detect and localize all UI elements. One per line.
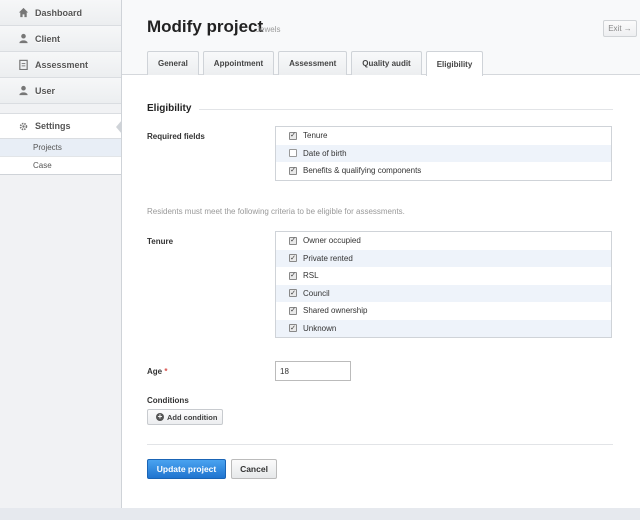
checkbox-label: Shared ownership <box>303 306 368 316</box>
tab-bar: General Appointment Assessment Quality a… <box>147 51 487 76</box>
checkbox-checked-icon[interactable]: ✓ <box>289 236 297 245</box>
required-field-tenure[interactable]: ✓ Tenure <box>276 127 611 145</box>
home-icon <box>18 7 29 18</box>
tenure-option-private-rented[interactable]: ✓ Private rented <box>276 249 611 267</box>
checkbox-label: Unknown <box>303 323 337 333</box>
sidebar-item-settings[interactable]: Settings <box>0 113 122 139</box>
page-subtitle: Jewels <box>256 25 281 34</box>
sidebar-item-label: Assessment <box>35 59 89 70</box>
checkbox-checked-icon[interactable]: ✓ <box>289 306 297 315</box>
checkbox-label: RSL <box>303 271 319 281</box>
main-panel: Modify project Jewels Exit → General App… <box>122 0 640 508</box>
required-fields-list: ✓ Tenure Date of birth ✓ Benefits & qual… <box>275 126 612 181</box>
age-input[interactable] <box>275 361 351 381</box>
sidebar-item-label: Dashboard <box>35 7 83 18</box>
person-icon <box>18 85 29 96</box>
sidebar-item-assessment[interactable]: Assessment <box>0 52 121 78</box>
tenure-option-owner-occupied[interactable]: ✓ Owner occupied <box>276 232 611 250</box>
plus-circle-icon: + <box>156 412 164 421</box>
tenure-option-rsl[interactable]: ✓ RSL <box>276 267 611 285</box>
sidebar: Dashboard Client Assessment User Setting… <box>0 0 122 508</box>
conditions-label: Conditions <box>147 396 189 405</box>
checkbox-label: Private rented <box>303 253 353 263</box>
form-divider <box>147 444 613 445</box>
person-icon <box>18 33 29 44</box>
clipboard-icon <box>18 59 29 70</box>
sidebar-item-label: Settings <box>35 121 71 131</box>
checkbox-label: Council <box>303 288 330 298</box>
checkbox-checked-icon[interactable]: ✓ <box>289 166 297 175</box>
checkbox-label: Tenure <box>303 131 328 141</box>
required-field-date-of-birth[interactable]: Date of birth <box>276 144 611 162</box>
add-condition-label: Add condition <box>167 412 218 422</box>
tab-quality-audit[interactable]: Quality audit <box>351 51 422 75</box>
required-fields-label: Required fields <box>147 132 205 141</box>
tab-general[interactable]: General <box>147 51 199 75</box>
sidebar-item-user[interactable]: User <box>0 78 121 104</box>
gear-icon <box>18 121 29 132</box>
checkbox-unchecked-icon[interactable] <box>289 149 297 158</box>
checkbox-checked-icon[interactable]: ✓ <box>289 131 297 140</box>
sidebar-subitem-case[interactable]: Case <box>0 157 121 175</box>
exit-button[interactable]: Exit → <box>603 20 637 37</box>
tab-assessment[interactable]: Assessment <box>278 51 348 75</box>
cancel-button[interactable]: Cancel <box>231 459 277 479</box>
page-header: Modify project Jewels Exit → General App… <box>122 0 640 76</box>
update-project-button[interactable]: Update project <box>147 459 226 479</box>
sidebar-subitem-projects[interactable]: Projects <box>0 139 121 157</box>
sidebar-item-client[interactable]: Client <box>0 26 121 52</box>
sidebar-subitem-label: Projects <box>33 143 62 152</box>
sidebar-item-dashboard[interactable]: Dashboard <box>0 0 121 26</box>
checkbox-label: Date of birth <box>303 148 347 158</box>
tenure-option-shared-ownership[interactable]: ✓ Shared ownership <box>276 302 611 320</box>
tenure-option-council[interactable]: ✓ Council <box>276 284 611 302</box>
sidebar-item-label: User <box>35 85 56 96</box>
age-label-text: Age <box>147 367 163 376</box>
age-label: Age * <box>147 367 167 376</box>
section-title: Eligibility <box>147 103 192 114</box>
tab-eligibility[interactable]: Eligibility <box>425 51 484 76</box>
tab-appointment[interactable]: Appointment <box>202 51 275 75</box>
required-asterisk: * <box>164 367 168 376</box>
checkbox-label: Benefits & qualifying components <box>303 166 422 176</box>
page-title: Modify project <box>147 17 264 36</box>
sidebar-subitem-label: Case <box>33 161 52 170</box>
section-divider <box>199 109 613 110</box>
tenure-label: Tenure <box>147 237 174 246</box>
checkbox-checked-icon[interactable]: ✓ <box>289 289 297 298</box>
checkbox-checked-icon[interactable]: ✓ <box>289 254 297 263</box>
checkbox-label: Owner occupied <box>303 236 361 246</box>
add-condition-button[interactable]: + Add condition <box>147 409 223 425</box>
tenure-option-unknown[interactable]: ✓ Unknown <box>276 319 611 337</box>
eligibility-hint: Residents must meet the following criter… <box>147 207 405 216</box>
sidebar-item-label: Client <box>35 33 61 44</box>
required-field-benefits[interactable]: ✓ Benefits & qualifying components <box>276 162 611 180</box>
tenure-options-list: ✓ Owner occupied ✓ Private rented ✓ RSL … <box>275 231 612 338</box>
checkbox-checked-icon[interactable]: ✓ <box>289 324 297 333</box>
checkbox-checked-icon[interactable]: ✓ <box>289 271 297 280</box>
